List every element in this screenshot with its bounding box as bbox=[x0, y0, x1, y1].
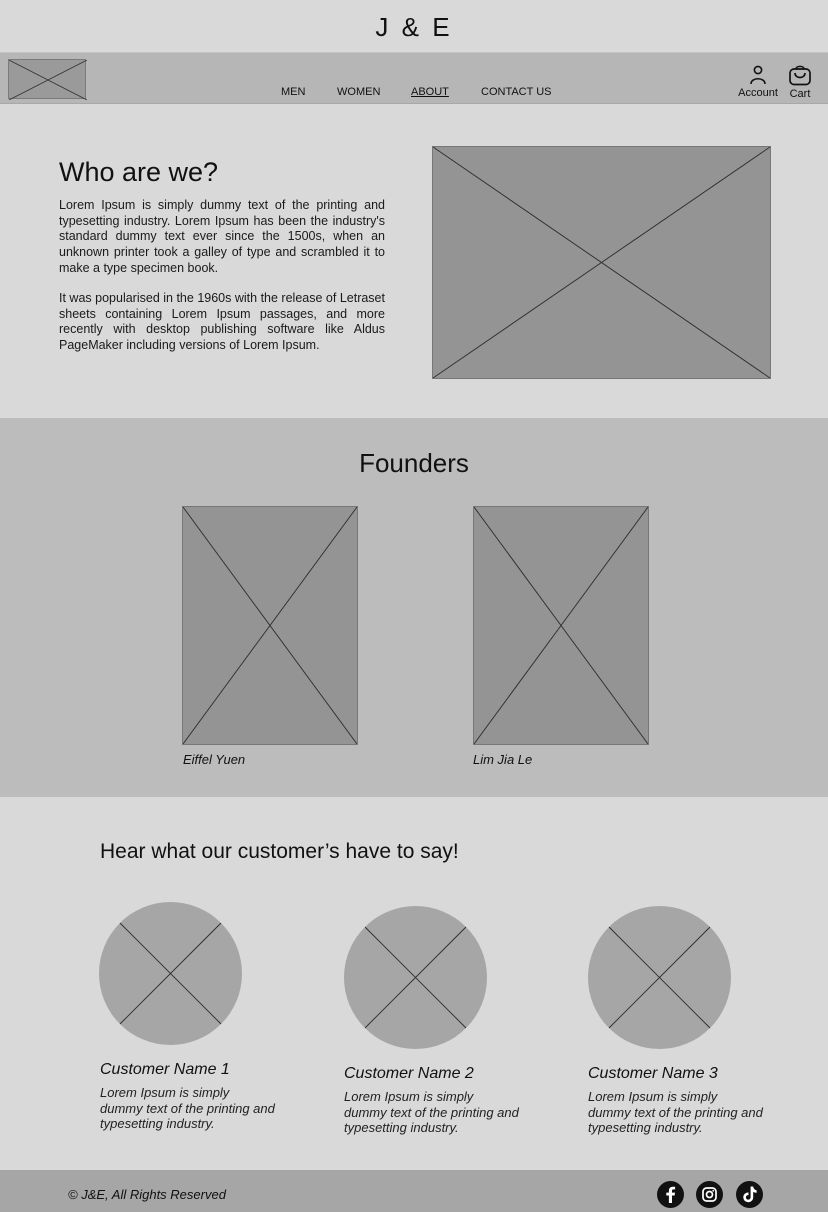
nav-link-men[interactable]: MEN bbox=[281, 86, 305, 98]
facebook-icon bbox=[666, 1186, 676, 1203]
cart-label: Cart bbox=[789, 88, 811, 100]
footer: © J&E, All Rights Reserved bbox=[0, 1170, 828, 1212]
image-placeholder-icon bbox=[608, 926, 711, 1029]
about-section: Who are we? Lorem Ipsum is simply dummy … bbox=[0, 105, 828, 418]
account-label: Account bbox=[738, 87, 778, 99]
testimonials-title: Hear what our customer’s have to say! bbox=[100, 840, 459, 863]
image-placeholder-icon bbox=[474, 507, 648, 744]
shopping-bag-icon bbox=[789, 65, 811, 86]
founder-photo-placeholder bbox=[182, 506, 358, 745]
founders-section: Founders Eiffel Yuen Lim Jia Le bbox=[0, 418, 828, 797]
founders-title: Founders bbox=[359, 448, 469, 478]
cart-button[interactable]: Cart bbox=[786, 65, 814, 100]
brand-logo-text[interactable]: J & E bbox=[0, 12, 828, 43]
testimonials-section: Hear what our customer’s have to say! Cu… bbox=[0, 797, 828, 1170]
customer-quote: Lorem Ipsum is simply dummy text of the … bbox=[100, 1085, 275, 1132]
founder-photo-placeholder bbox=[473, 506, 649, 745]
image-placeholder-icon bbox=[433, 147, 770, 378]
nav-link-about[interactable]: ABOUT bbox=[411, 86, 449, 98]
instagram-link[interactable] bbox=[696, 1181, 723, 1208]
tiktok-link[interactable] bbox=[736, 1181, 763, 1208]
image-placeholder-icon bbox=[183, 507, 357, 744]
logo-image-placeholder[interactable] bbox=[8, 59, 88, 101]
founder-name: Lim Jia Le bbox=[473, 752, 533, 767]
about-image-placeholder bbox=[432, 146, 771, 379]
nav-link-women[interactable]: WOMEN bbox=[337, 86, 380, 98]
image-placeholder-icon bbox=[119, 922, 222, 1025]
customer-name: Customer Name 1 bbox=[100, 1061, 230, 1078]
copyright-text: © J&E, All Rights Reserved bbox=[68, 1187, 226, 1202]
customer-avatar-placeholder bbox=[344, 906, 487, 1049]
customer-name: Customer Name 3 bbox=[588, 1065, 718, 1082]
customer-quote: Lorem Ipsum is simply dummy text of the … bbox=[344, 1089, 519, 1136]
image-placeholder-icon bbox=[364, 926, 467, 1029]
account-button[interactable]: Account bbox=[736, 65, 780, 99]
customer-name: Customer Name 2 bbox=[344, 1065, 474, 1082]
about-paragraph-1: Lorem Ipsum is simply dummy text of the … bbox=[59, 198, 385, 275]
brand-bar: J & E bbox=[0, 0, 828, 53]
nav-bar: MEN WOMEN ABOUT CONTACT US Account Cart bbox=[0, 53, 828, 104]
about-paragraph-2: It was popularised in the 1960s with the… bbox=[59, 291, 385, 353]
founder-name: Eiffel Yuen bbox=[183, 752, 246, 767]
customer-avatar-placeholder bbox=[99, 902, 242, 1045]
user-icon bbox=[750, 65, 766, 85]
image-placeholder-icon bbox=[8, 59, 88, 101]
instagram-icon bbox=[702, 1187, 717, 1202]
about-title: Who are we? bbox=[59, 157, 219, 187]
customer-avatar-placeholder bbox=[588, 906, 731, 1049]
facebook-link[interactable] bbox=[657, 1181, 684, 1208]
customer-quote: Lorem Ipsum is simply dummy text of the … bbox=[588, 1089, 763, 1136]
tiktok-icon bbox=[743, 1186, 757, 1203]
nav-link-contact-us[interactable]: CONTACT US bbox=[481, 86, 552, 98]
